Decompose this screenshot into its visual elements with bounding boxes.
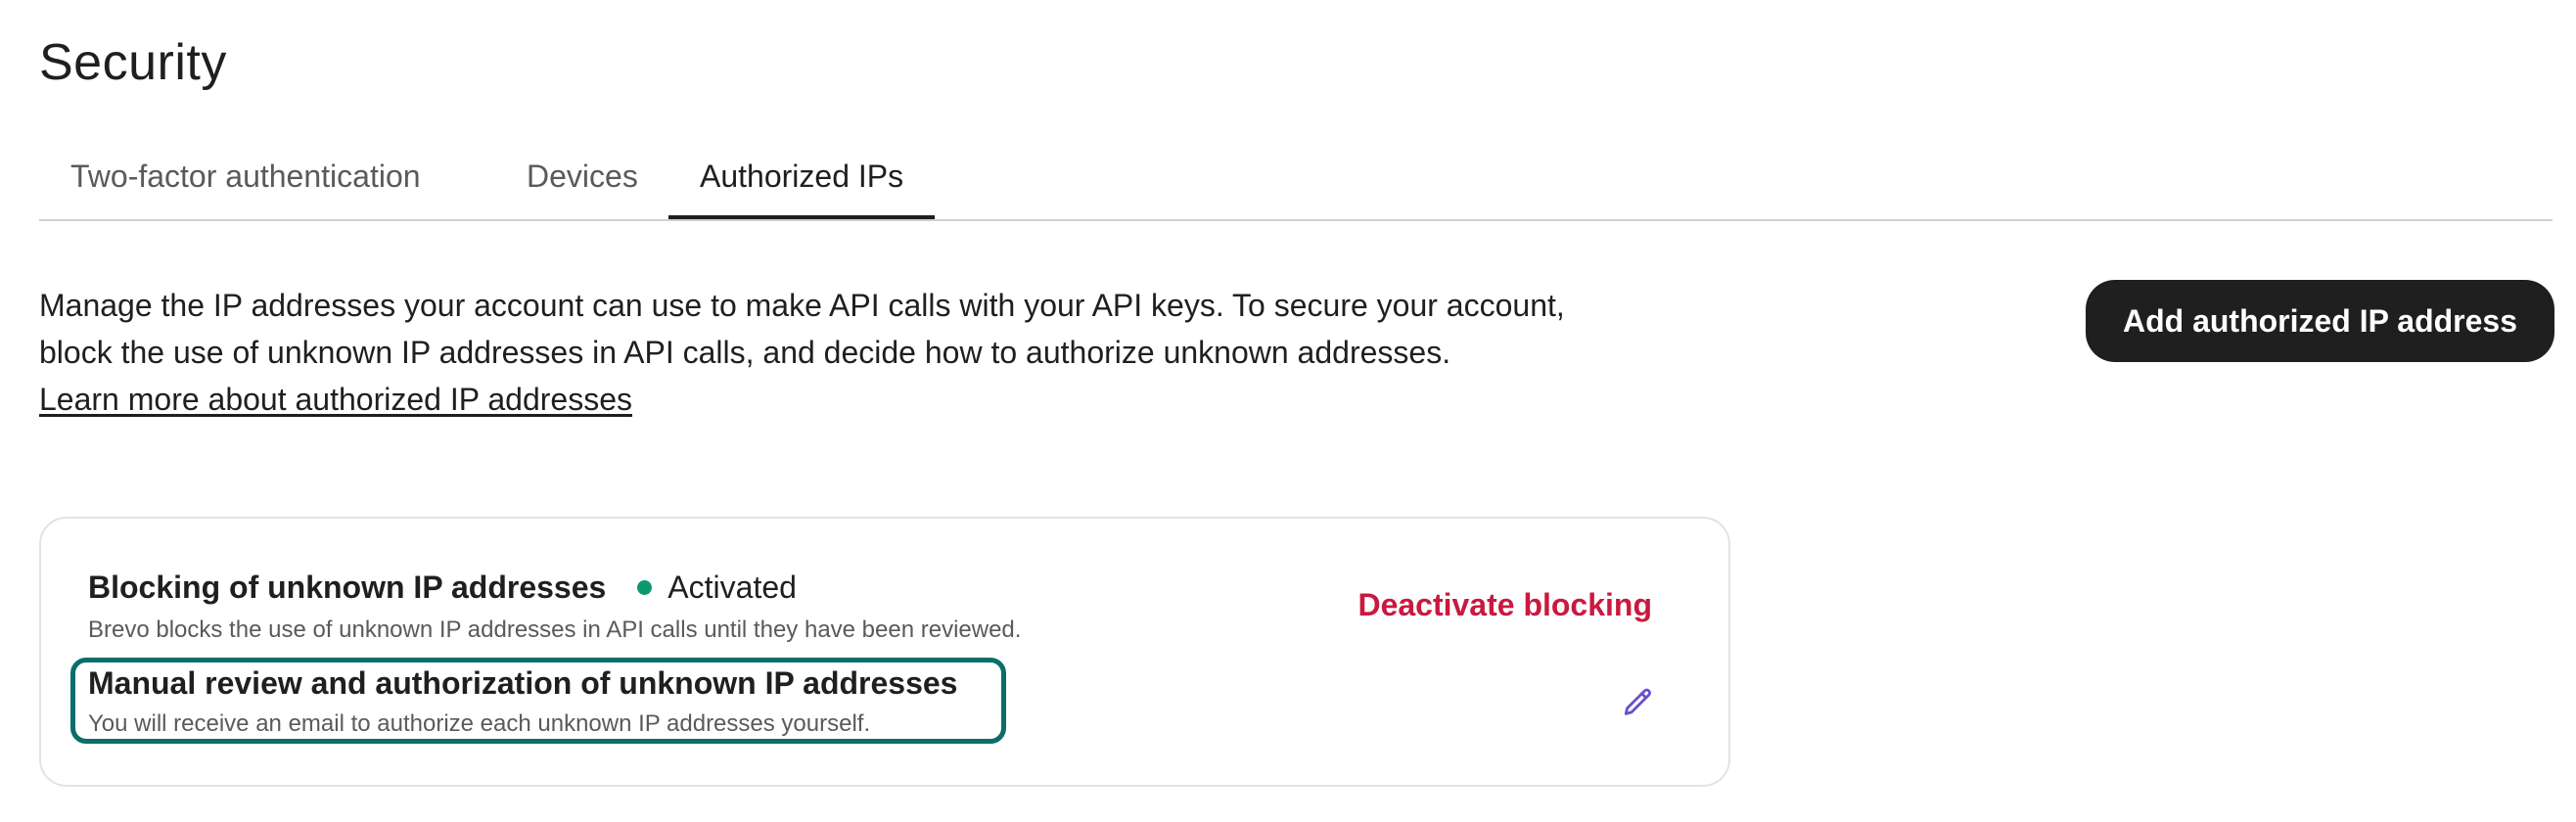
status-dot-icon — [637, 580, 653, 595]
tab-two-factor-authentication[interactable]: Two-factor authentication — [39, 149, 452, 217]
blocking-title: Blocking of unknown IP addresses — [88, 570, 607, 605]
edit-review-mode-button[interactable] — [1617, 681, 1660, 724]
blocking-settings-card: Blocking of unknown IP addresses Activat… — [39, 517, 1730, 787]
intro-description: Manage the IP addresses your account can… — [39, 282, 1762, 423]
review-mode-description: You will receive an email to authorize e… — [88, 710, 871, 737]
tab-devices[interactable]: Devices — [495, 149, 669, 217]
page-title: Security — [39, 34, 227, 91]
add-authorized-ip-button[interactable]: Add authorized IP address — [2088, 282, 2553, 360]
tab-bar: Two-factor authentication Devices Author… — [39, 149, 2553, 221]
blocking-title-row: Blocking of unknown IP addresses Activat… — [88, 570, 797, 606]
deactivate-blocking-button[interactable]: Deactivate blocking — [1357, 587, 1652, 623]
intro-line-1: Manage the IP addresses your account can… — [39, 288, 1565, 323]
blocking-description: Brevo blocks the use of unknown IP addre… — [88, 616, 1022, 643]
learn-more-link[interactable]: Learn more about authorized IP addresses — [39, 382, 632, 417]
pencil-icon — [1624, 688, 1651, 715]
review-mode-title: Manual review and authorization of unkno… — [88, 665, 958, 701]
tab-authorized-ips[interactable]: Authorized IPs — [668, 149, 936, 219]
status-badge: Activated — [667, 570, 797, 605]
intro-line-2: block the use of unknown IP addresses in… — [39, 335, 1451, 370]
